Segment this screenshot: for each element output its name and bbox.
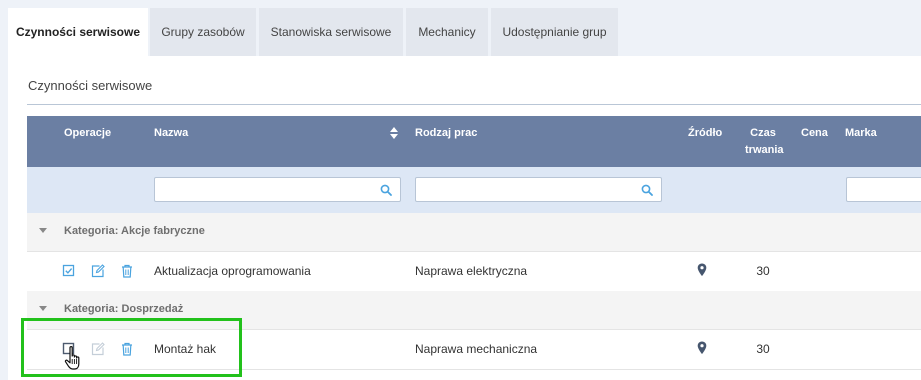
tab-grupy-zasobow[interactable]: Grupy zasobów	[150, 8, 256, 56]
caret-down-icon[interactable]	[39, 228, 47, 233]
tab-udostepnianie-grup[interactable]: Udostępnianie grup	[491, 8, 618, 56]
column-header-cena[interactable]: Cena	[801, 127, 828, 139]
map-pin-icon	[697, 263, 707, 276]
search-icon	[380, 184, 392, 196]
tab-czynnosci-serwisowe[interactable]: Czynności serwisowe	[8, 8, 148, 56]
cell-nazwa: Aktualizacja oprogramowania	[154, 264, 311, 278]
category-label: Kategoria: Dosprzedaż	[64, 303, 184, 315]
map-pin-icon	[697, 341, 707, 354]
hand-cursor-icon	[64, 346, 80, 370]
category-label: Kategoria: Akcje fabryczne	[64, 225, 205, 237]
cell-czas-trwania: 30	[756, 264, 770, 278]
highlight-box	[21, 318, 242, 377]
section-title: Czynności serwisowe	[28, 78, 153, 93]
caret-down-icon[interactable]	[39, 306, 47, 311]
tab-mechanicy[interactable]: Mechanicy	[406, 8, 488, 56]
column-header-marka[interactable]: Marka	[845, 127, 877, 139]
column-header-rodzaj-prac[interactable]: Rodzaj prac	[415, 127, 477, 139]
section-divider	[27, 104, 921, 105]
cell-czas-trwania: 30	[756, 342, 770, 356]
tab-stanowiska-serwisowe[interactable]: Stanowiska serwisowe	[259, 8, 403, 56]
tab-label: Mechanicy	[418, 25, 476, 39]
cell-rodzaj-prac: Naprawa mechaniczna	[415, 342, 538, 356]
tab-label: Czynności serwisowe	[15, 25, 141, 39]
edit-icon[interactable]	[91, 264, 105, 278]
checkbox-icon[interactable]	[62, 264, 76, 278]
tab-label: Grupy zasobów	[161, 25, 245, 39]
filter-marka-input[interactable]	[846, 177, 921, 202]
trash-icon[interactable]	[120, 264, 134, 278]
category-row[interactable]: Kategoria: Akcje fabryczne	[27, 213, 921, 252]
filter-nazwa-input[interactable]	[154, 177, 401, 202]
filter-rodzaj-prac-input[interactable]	[415, 177, 662, 202]
tab-label: Udostępnianie grup	[502, 25, 607, 39]
column-header-czas-line1: Czas	[750, 127, 776, 139]
column-header-czas-line2: trwania	[745, 144, 784, 156]
table-row[interactable]: Aktualizacja oprogramowania Naprawa elek…	[27, 252, 921, 292]
sort-icon[interactable]	[390, 127, 398, 139]
column-header-czas-trwania[interactable]: Czas trwania	[745, 125, 784, 159]
cell-rodzaj-prac: Naprawa elektryczna	[415, 264, 528, 278]
column-header-nazwa[interactable]: Nazwa	[154, 127, 188, 139]
table-header: Operacje Nazwa Rodzaj prac Źródło Czas t…	[27, 116, 921, 167]
tab-label: Stanowiska serwisowe	[270, 25, 392, 39]
column-header-operacje: Operacje	[64, 127, 112, 139]
filter-row	[27, 167, 921, 213]
column-header-zrodlo[interactable]: Źródło	[688, 127, 722, 139]
search-icon	[641, 184, 653, 196]
